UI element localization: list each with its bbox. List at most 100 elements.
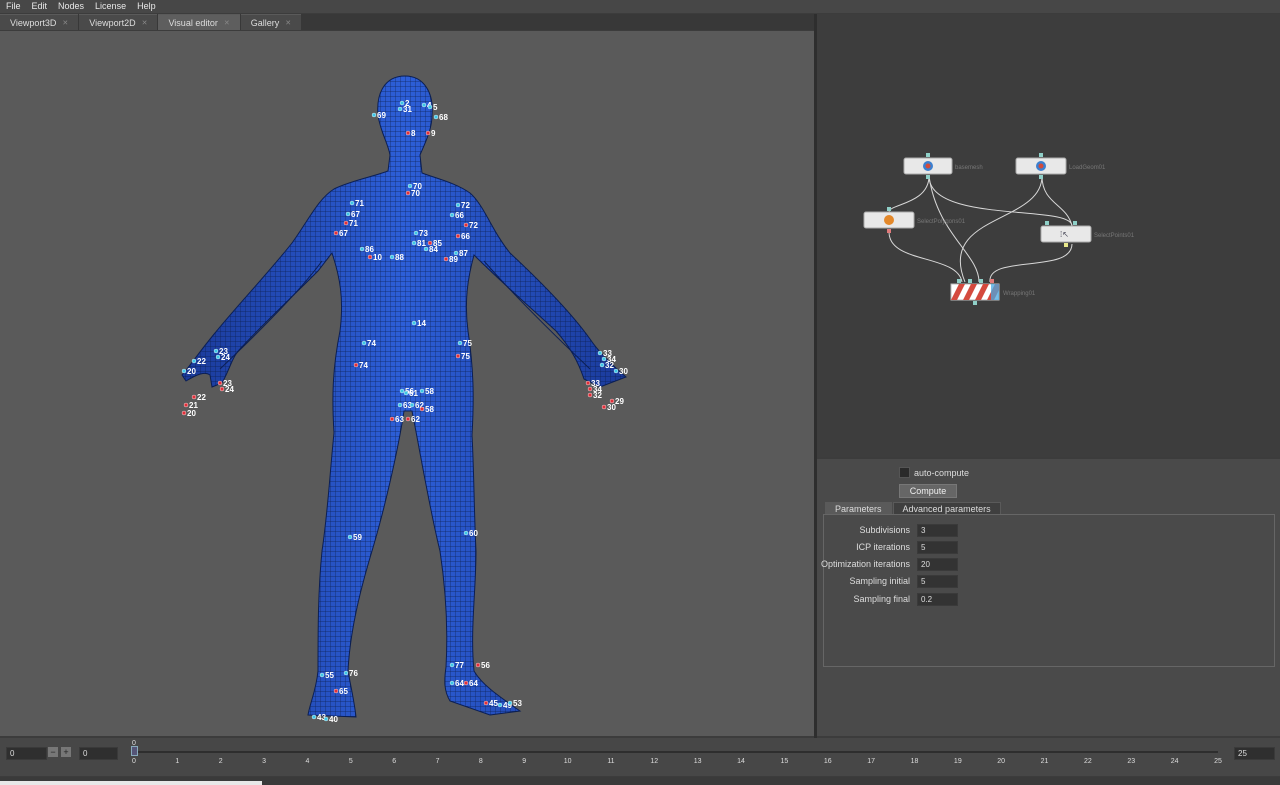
marker-dot [183, 402, 189, 408]
node-selectpoints[interactable]: ⁞↖ SelectPoints01 [1040, 221, 1135, 247]
timeline-ruler[interactable]: 0 0 1 2 3 4 5 6 7 8 9 10 11 12 13 14 15 16 17 18 19 20 21 22 23… [131, 740, 1222, 772]
node-graph-editor[interactable]: basemesh LoadGeom01 SelectPolygons01 ⁞↖ … [817, 14, 1280, 457]
node-graph[interactable]: basemesh LoadGeom01 SelectPolygons01 ⁞↖ … [817, 14, 1280, 457]
menu-file[interactable]: File [0, 0, 26, 13]
marker-dot [443, 256, 449, 262]
param-label: ICP iterations [856, 542, 910, 552]
marker-dot [215, 354, 221, 360]
landmark-marker[interactable]: 30 [601, 403, 616, 412]
timeline-end-field[interactable]: 25 [1234, 747, 1275, 760]
marker-dot [449, 662, 455, 668]
timeline-tick-label: 5 [348, 758, 353, 765]
compute-button[interactable]: Compute [899, 484, 957, 498]
sampling-initial-field[interactable]: 5 [917, 575, 958, 588]
node-basemesh[interactable]: basemesh [903, 153, 983, 179]
tab-viewport2d[interactable]: Viewport2D ✕ [79, 14, 158, 30]
close-icon[interactable]: ✕ [62, 19, 68, 27]
param-label: Subdivisions [859, 525, 910, 535]
landmark-marker[interactable]: 32 [587, 391, 602, 400]
viewport-3d[interactable]: 6968231458970707167716772667266738185861… [0, 31, 814, 736]
decrement-button[interactable]: − [48, 747, 58, 757]
landmark-marker[interactable]: 68 [433, 113, 448, 122]
marker-dot [399, 388, 405, 394]
node-selectpolygons[interactable]: SelectPolygons01 [863, 207, 966, 233]
close-icon[interactable]: ✕ [142, 19, 148, 27]
marker-dot [433, 114, 439, 120]
marker-dot [497, 702, 503, 708]
marker-label: 61 [409, 389, 418, 398]
tab-label: Viewport3D [10, 17, 57, 28]
timeline-tick-label: 25 [1214, 758, 1222, 765]
timeline-tick-label: 18 [910, 758, 919, 765]
timeline-start-field[interactable]: 0 [6, 747, 47, 760]
marker-dot [323, 716, 329, 722]
marker-label: 31 [403, 105, 412, 114]
subdivisions-field[interactable]: 3 [917, 524, 958, 537]
marker-dot [217, 380, 223, 386]
human-mesh-view[interactable]: 6968231458970707167716772667266738185861… [0, 31, 814, 736]
node-loadgeom[interactable]: LoadGeom01 [1015, 153, 1106, 179]
marker-dot [219, 386, 225, 392]
marker-dot [475, 662, 481, 668]
marker-label: 64 [455, 679, 464, 688]
marker-dot [319, 672, 325, 678]
auto-compute-toggle[interactable]: auto-compute [899, 467, 969, 478]
node-wrapping[interactable]: Wrapping01 [950, 279, 1036, 305]
landmark-marker[interactable]: 62 [405, 415, 420, 424]
marker-label: 66 [461, 232, 470, 241]
landmark-marker[interactable]: 40 [323, 715, 338, 724]
landmark-marker[interactable]: 56 [475, 661, 490, 670]
landmark-marker[interactable]: 20 [181, 409, 196, 418]
marker-label: 58 [425, 387, 434, 396]
timeline-tick-label: 12 [650, 758, 659, 765]
close-icon[interactable]: ✕ [285, 19, 291, 27]
landmark-marker[interactable]: 69 [371, 111, 386, 120]
close-icon[interactable]: ✕ [224, 19, 230, 27]
menu-nodes[interactable]: Nodes [52, 0, 89, 13]
node-label: Wrapping01 [1003, 291, 1036, 297]
marker-label: 14 [417, 319, 426, 328]
increment-button[interactable]: + [61, 747, 71, 757]
tab-visual-editor[interactable]: Visual editor ✕ [158, 14, 240, 30]
marker-label: 75 [461, 352, 470, 361]
menu-help[interactable]: Help [131, 0, 161, 13]
tab-gallery[interactable]: Gallery ✕ [240, 14, 302, 30]
marker-label: 20 [187, 367, 196, 376]
marker-dot [333, 688, 339, 694]
marker-label: 45 [489, 699, 498, 708]
marker-label: 8 [411, 129, 416, 138]
current-frame-field[interactable]: 0 [79, 747, 118, 760]
timeline-tick-label: 1 [175, 758, 180, 765]
icp-iterations-field[interactable]: 5 [917, 541, 958, 554]
marker-dot [397, 106, 403, 112]
menu-bar: File Edit Nodes License Help [0, 0, 1280, 13]
timeline-tick-label: 11 [607, 758, 615, 765]
marker-label: 66 [455, 211, 464, 220]
marker-label: 81 [417, 239, 426, 248]
menu-edit[interactable]: Edit [26, 0, 53, 13]
marker-label: 63 [395, 415, 404, 424]
timeline-track[interactable] [134, 751, 1218, 753]
playhead-handle[interactable] [131, 746, 138, 756]
node-label: SelectPoints01 [1094, 233, 1135, 239]
marker-dot [601, 404, 607, 410]
param-label: Sampling final [853, 594, 910, 604]
select-points-icon: ⁞↖ [1060, 230, 1069, 239]
marker-label: 40 [329, 715, 338, 724]
marker-label: 24 [225, 385, 234, 394]
tab-viewport3d[interactable]: Viewport3D ✕ [0, 14, 79, 30]
optimization-iterations-field[interactable]: 20 [917, 558, 958, 571]
param-label: Optimization iterations [820, 559, 910, 569]
marker-dot [361, 340, 367, 346]
auto-compute-checkbox[interactable] [899, 467, 910, 478]
marker-dot [411, 320, 417, 326]
marker-label: 32 [593, 391, 602, 400]
marker-label: 89 [449, 255, 458, 264]
menu-license[interactable]: License [89, 0, 131, 13]
marker-dot [409, 402, 415, 408]
node-label: LoadGeom01 [1069, 165, 1106, 171]
marker-dot [405, 190, 411, 196]
human-mesh [181, 75, 627, 718]
sampling-final-field[interactable]: 0.2 [917, 593, 958, 606]
marker-label: 70 [411, 189, 420, 198]
